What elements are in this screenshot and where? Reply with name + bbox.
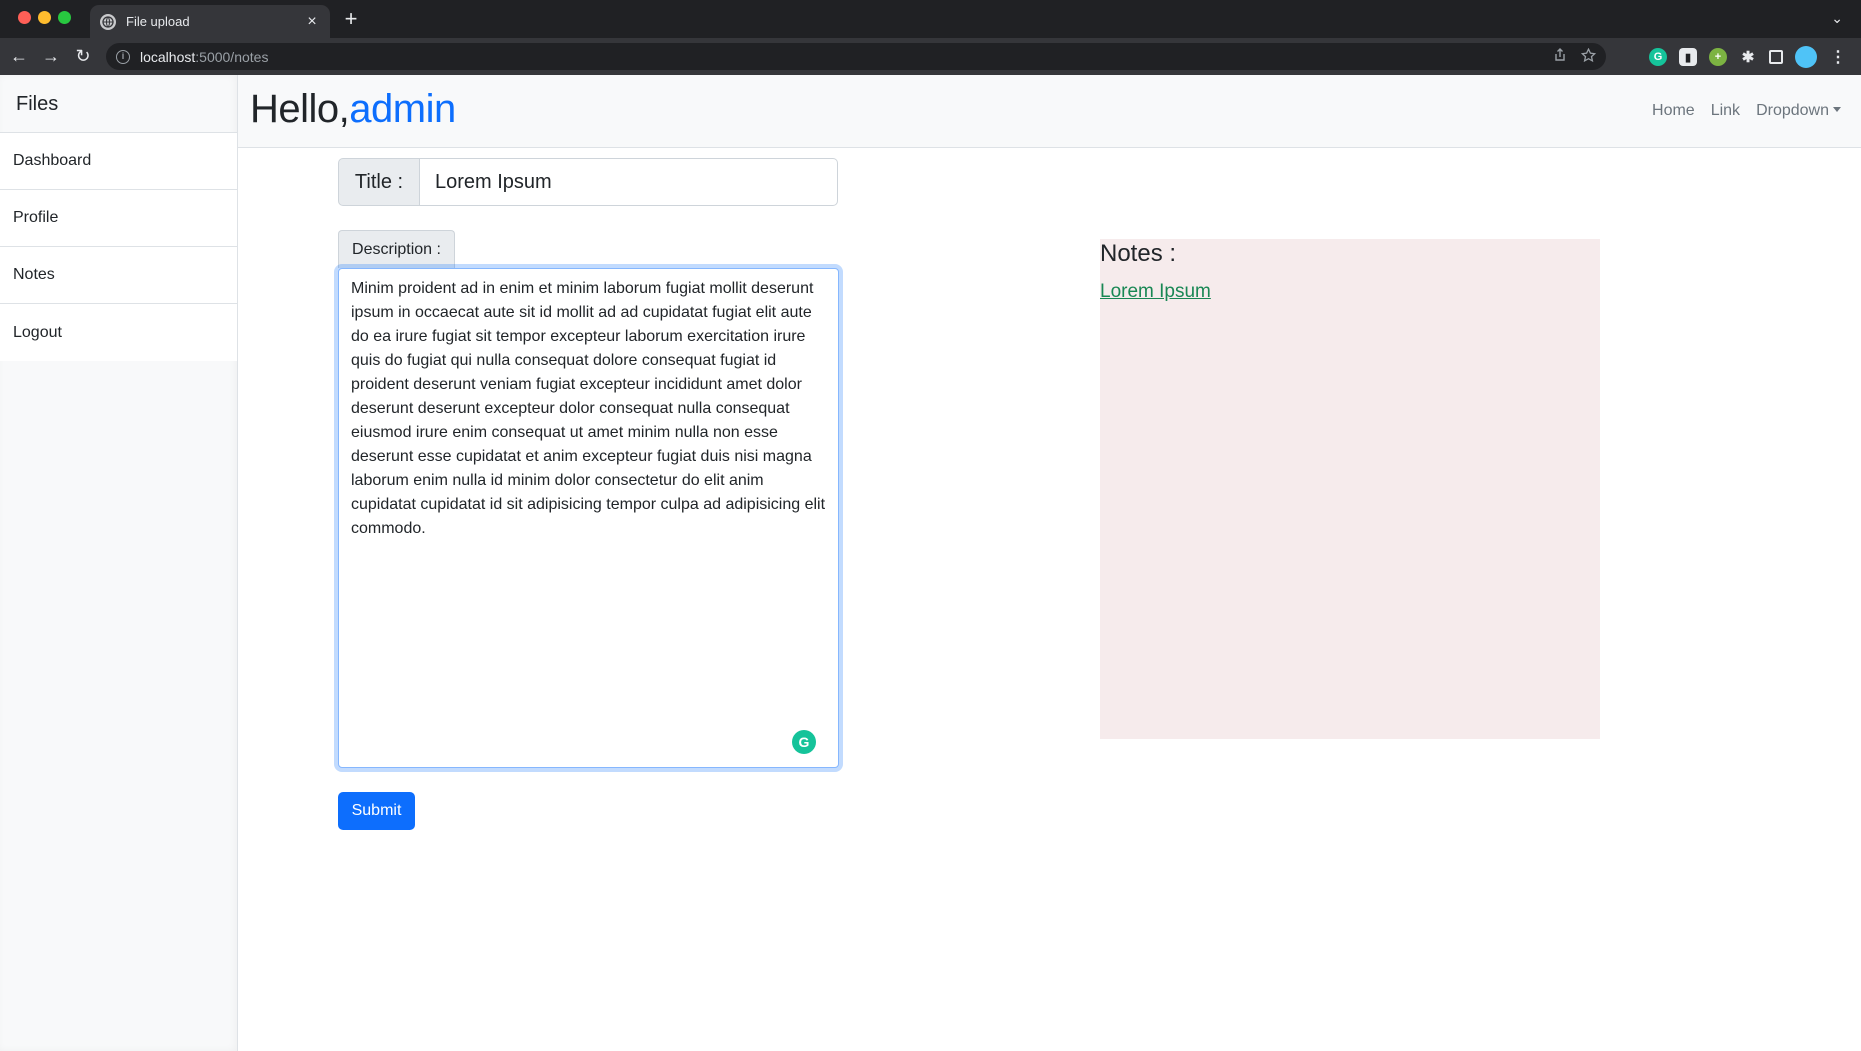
plus-extension-icon[interactable]: + [1709, 48, 1727, 66]
note-link[interactable]: Lorem Ipsum [1100, 281, 1211, 303]
nav-links: Home Link Dropdown [1652, 102, 1841, 120]
menu-kebab-icon[interactable]: ⋮ [1829, 48, 1847, 66]
info-icon[interactable]: i [116, 49, 130, 64]
reload-button[interactable]: ↻ [72, 45, 94, 67]
puzzle-icon[interactable]: ✱ [1739, 48, 1757, 66]
top-navbar: Hello,admin Home Link Dropdown [238, 75, 1861, 148]
close-icon[interactable]: × [304, 13, 320, 30]
nav-dropdown[interactable]: Dropdown [1756, 102, 1841, 120]
window-minimize-button[interactable] [38, 11, 51, 24]
window-zoom-button[interactable] [58, 11, 71, 24]
url-host: localhost [140, 48, 196, 65]
submit-button[interactable]: Submit [338, 792, 415, 830]
sidebar-item-logout[interactable]: Logout [0, 304, 237, 361]
nav-link-home[interactable]: Home [1652, 102, 1695, 120]
greeting-text: Hello, [250, 87, 350, 131]
description-textarea[interactable]: Minim proident ad in enim et minim labor… [338, 268, 839, 768]
browser-toolbar: ← → ↻ i localhost:5000/notes G ▮ + ✱ ⋮ [0, 38, 1861, 75]
window-close-button[interactable] [18, 11, 31, 24]
new-tab-button[interactable]: + [340, 8, 362, 30]
back-button[interactable]: ← [8, 45, 30, 67]
grammarly-extension-icon[interactable]: G [1649, 48, 1667, 66]
url-path: :5000/notes [195, 48, 269, 65]
username: admin [349, 87, 456, 131]
tab-title: File upload [126, 14, 190, 29]
description-label: Description : [338, 230, 455, 268]
chevron-down-icon[interactable]: ⌄ [1831, 10, 1843, 27]
notes-panel: Notes : Lorem Ipsum [1100, 239, 1600, 739]
page-content: Files Dashboard Profile Notes Logout Hel… [0, 75, 1861, 1051]
sidebar-brand: Files [0, 75, 237, 133]
caret-down-icon [1833, 107, 1841, 112]
title-input[interactable] [420, 158, 838, 206]
sidebar-item-dashboard[interactable]: Dashboard [0, 133, 237, 190]
page-title: Hello,admin [250, 87, 456, 132]
title-input-group: Title : [338, 158, 838, 206]
side-panel-icon[interactable] [1769, 50, 1783, 64]
star-icon[interactable] [1581, 48, 1596, 63]
sidebar: Files Dashboard Profile Notes Logout [0, 75, 238, 1051]
browser-tab[interactable]: File upload × [90, 5, 330, 38]
chart-extension-icon[interactable]: ▮ [1679, 48, 1697, 66]
grammarly-icon[interactable]: G [792, 730, 816, 754]
notes-heading: Notes : [1100, 240, 1177, 267]
globe-icon [100, 13, 116, 30]
nav-link-link[interactable]: Link [1711, 102, 1740, 120]
sidebar-item-notes[interactable]: Notes [0, 247, 237, 304]
address-bar[interactable]: i localhost:5000/notes [106, 43, 1606, 70]
share-icon[interactable] [1553, 48, 1567, 62]
sidebar-item-profile[interactable]: Profile [0, 190, 237, 247]
profile-avatar[interactable] [1795, 46, 1817, 68]
title-label: Title : [338, 158, 420, 206]
browser-tab-bar: File upload × + ⌄ [0, 0, 1861, 38]
forward-button[interactable]: → [40, 45, 62, 67]
dropdown-label: Dropdown [1756, 102, 1829, 119]
